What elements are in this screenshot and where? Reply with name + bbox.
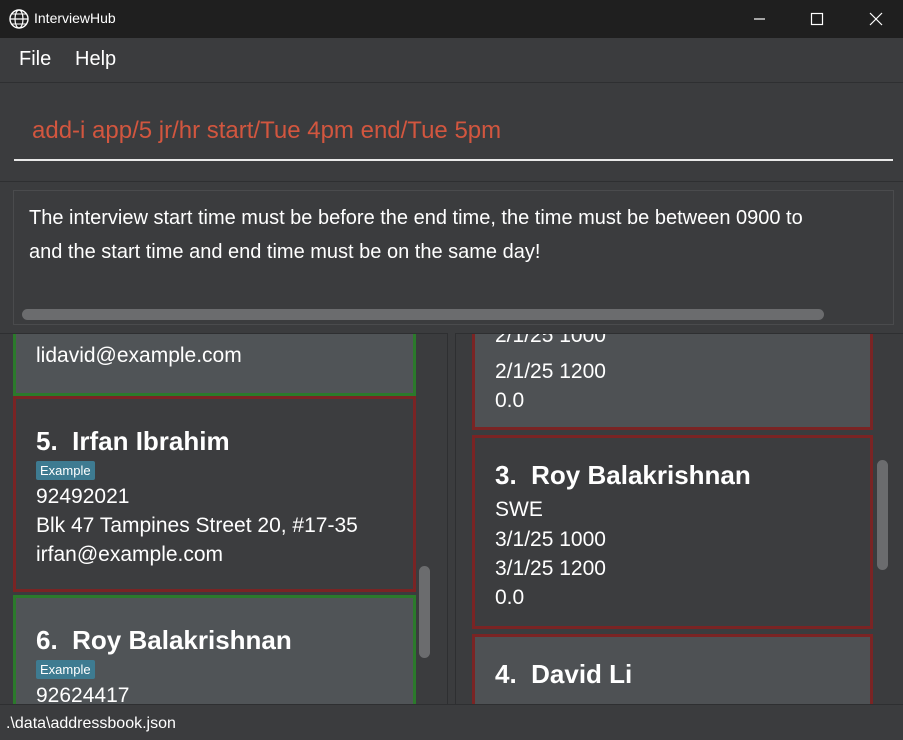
maximize-button[interactable] <box>788 0 846 38</box>
maximize-icon <box>810 12 824 26</box>
interview-role: SWE <box>495 498 543 521</box>
command-box: add-i app/5 jr/hr start/Tue 4pm end/Tue … <box>0 83 903 182</box>
menu-bar: File Help <box>0 38 903 83</box>
minimize-icon <box>754 18 765 20</box>
result-horizontal-scrollbar[interactable] <box>22 309 824 320</box>
interview-list-scrollbar[interactable] <box>877 460 888 570</box>
title-bar: InterviewHub <box>0 0 903 38</box>
applicant-card[interactable]: lidavid@example.com <box>13 334 416 396</box>
interview-applicant-name: 4. David Li <box>495 659 633 689</box>
applicant-name: 6. Roy Balakrishnan <box>36 625 292 655</box>
applicant-list-scrollbar[interactable] <box>419 566 430 658</box>
window-title: InterviewHub <box>34 10 116 26</box>
applicant-email: irfan@example.com <box>36 543 224 566</box>
applicant-address: Blk 47 Tampines Street 20, #17-35 <box>36 514 358 537</box>
status-file-path: .\data\addressbook.json <box>6 715 176 732</box>
applicant-card[interactable]: 5. Irfan Ibrahim Example 92492021 Blk 47… <box>13 396 416 592</box>
applicant-list-pane: lidavid@example.com 5. Irfan Ibrahim Exa… <box>0 333 448 704</box>
interview-applicant-name: 3. Roy Balakrishnan <box>495 460 751 490</box>
close-button[interactable] <box>846 0 903 38</box>
tag-badge: Example <box>36 660 95 679</box>
result-line-2: and the start time and end time must be … <box>29 241 541 263</box>
status-bar: .\data\addressbook.json <box>0 704 903 740</box>
applicant-phone: 92624417 <box>36 684 130 704</box>
applicant-card[interactable]: 6. Roy Balakrishnan Example 92624417 <box>13 595 416 704</box>
command-input[interactable]: add-i app/5 jr/hr start/Tue 4pm end/Tue … <box>32 117 501 145</box>
interview-rating: 0.0 <box>495 586 525 609</box>
close-icon <box>869 12 883 26</box>
interview-card[interactable]: 3. Roy Balakrishnan SWE 3/1/25 1000 3/1/… <box>472 435 873 629</box>
interview-card[interactable]: 4. David Li <box>472 634 873 704</box>
interview-start: 3/1/25 1000 <box>495 528 606 551</box>
applicant-phone: 92492021 <box>36 485 130 508</box>
interview-start: 2/1/25 1000 <box>495 333 606 347</box>
applicant-name: 5. Irfan Ibrahim <box>36 426 230 456</box>
menu-file[interactable]: File <box>19 48 51 71</box>
result-display: The interview start time must be before … <box>13 190 894 325</box>
interview-rating: 0.0 <box>495 389 525 412</box>
globe-icon <box>9 9 29 29</box>
interview-card[interactable]: 2/1/25 1000 2/1/25 1200 0.0 <box>472 333 873 430</box>
minimize-button[interactable] <box>730 0 788 38</box>
interview-list-pane: 2/1/25 1000 2/1/25 1200 0.0 3. Roy Balak… <box>455 333 903 704</box>
interview-end: 2/1/25 1200 <box>495 360 606 383</box>
menu-help[interactable]: Help <box>75 48 116 71</box>
result-line-1: The interview start time must be before … <box>29 207 803 229</box>
tag-badge: Example <box>36 461 95 480</box>
result-message: The interview start time must be before … <box>29 201 893 269</box>
command-underline <box>14 159 893 161</box>
interview-end: 3/1/25 1200 <box>495 557 606 580</box>
applicant-email: lidavid@example.com <box>36 344 242 367</box>
